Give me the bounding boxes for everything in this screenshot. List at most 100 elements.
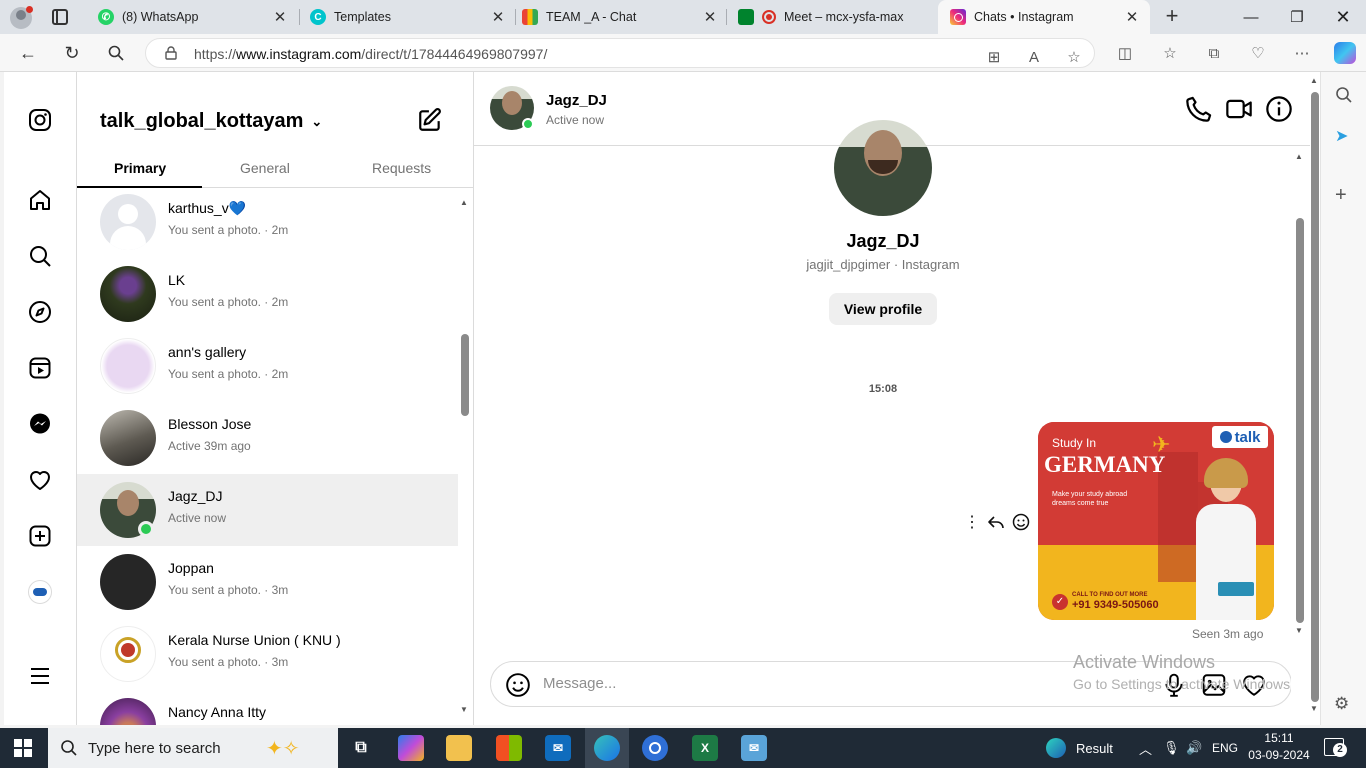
microphone-icon[interactable]: 🎙 [1163,728,1180,768]
instagram-logo-icon[interactable] [26,106,54,134]
notification-center-icon[interactable]: 2 [1324,738,1347,757]
conversation-item[interactable]: LK You sent a photo. · 2m [77,258,458,330]
chrome-like-app-icon[interactable] [642,735,668,761]
more-options-icon[interactable]: ⋮ [962,512,982,532]
page-scrollbar[interactable]: ▲ ▼ [1310,72,1320,725]
messenger-icon[interactable] [26,410,54,438]
close-icon[interactable]: ✕ [1124,8,1140,26]
profile-picture[interactable] [834,120,932,216]
conversation-item[interactable]: ann's gallery You sent a photo. · 2m [77,330,458,402]
favorites-icon[interactable]: ☆ [1160,43,1180,63]
tab-templates[interactable]: C Templates ✕ [298,0,516,34]
weather-widget[interactable]: Result [1046,728,1113,768]
back-button[interactable]: ← [14,39,42,67]
react-emoji-icon[interactable] [1011,512,1031,532]
account-switcher[interactable]: talk_global_kottayam ⌄ [100,110,322,133]
profile-avatar-icon[interactable] [26,578,54,606]
reels-icon[interactable] [26,354,54,382]
list-scroll-down-arrow[interactable]: ▼ [460,705,468,714]
video-call-icon[interactable] [1225,95,1253,123]
chat-scrollbar[interactable]: ▲ ▼ [1291,146,1310,725]
collections-icon[interactable]: ⧉ [1204,43,1224,63]
search-icon[interactable] [102,39,130,67]
reply-icon[interactable] [986,512,1006,532]
emoji-icon[interactable] [505,672,531,698]
conversation-name: Blesson Jose [168,416,252,432]
copilot-icon[interactable] [1334,42,1356,64]
scroll-up-arrow[interactable]: ▲ [1295,152,1303,161]
conversation-item-selected[interactable]: Jagz_DJ Active now [77,474,458,546]
read-aloud-icon[interactable]: A [1024,47,1044,67]
chevron-up-icon[interactable]: ︿ [1139,728,1152,768]
scroll-down-arrow[interactable]: ▼ [1295,626,1303,635]
tab-requests[interactable]: Requests [372,160,431,176]
conversation-item[interactable]: Kerala Nurse Union ( KNU ) You sent a ph… [77,618,458,690]
tab-whatsapp[interactable]: ✆ (8) WhatsApp ✕ [86,0,298,34]
app-available-icon[interactable]: ⊞ [984,47,1004,67]
phone-icon[interactable] [1185,95,1213,123]
scrollbar-thumb[interactable] [1311,92,1319,702]
url-field[interactable]: https://www.instagram.com/direct/t/17844… [145,38,1095,68]
file-explorer-icon[interactable] [446,735,472,761]
excel-icon[interactable]: X [692,735,718,761]
reload-button[interactable]: ↻ [58,39,86,67]
new-message-icon[interactable] [417,107,443,133]
airplane-icon: ✈ [1152,432,1171,457]
store-icon[interactable] [496,735,522,761]
mail-icon[interactable]: ✉ [545,735,571,761]
browser-essentials-icon[interactable]: ♡ [1248,43,1268,63]
list-scrollbar-thumb[interactable] [461,334,469,416]
search-icon[interactable] [26,242,54,270]
close-icon[interactable]: ✕ [490,8,506,26]
create-icon[interactable] [26,522,54,550]
mail-app-icon[interactable]: ✉ [741,735,767,761]
taskbar-search[interactable]: Type here to search ✦✧ [48,728,338,768]
online-indicator [522,118,534,130]
conversation-item[interactable]: karthus_v💙 You sent a photo. · 2m [77,189,458,258]
copilot-app-icon[interactable] [398,735,424,761]
tab-team-chat[interactable]: TEAM _A - Chat ✕ [510,0,728,34]
favorite-star-icon[interactable]: ☆ [1064,47,1084,67]
settings-gear-icon[interactable]: ⚙ [1334,694,1349,714]
scrollbar-thumb[interactable] [1296,218,1304,623]
scroll-up-arrow[interactable]: ▲ [1310,76,1318,85]
close-window-button[interactable]: ✕ [1320,0,1366,34]
restore-button[interactable]: ❐ [1274,0,1320,34]
chat-user-name[interactable]: Jagz_DJ [546,92,607,109]
task-view-icon[interactable]: ⧉ [348,735,374,761]
new-tab-button[interactable]: + [1160,5,1184,29]
tab-actions-icon[interactable] [52,9,68,25]
scroll-down-arrow[interactable]: ▼ [1310,704,1318,713]
edge-browser-icon[interactable] [594,735,620,761]
menu-icon[interactable] [26,662,54,690]
volume-icon[interactable]: 🔊 [1186,728,1202,768]
explore-icon[interactable] [26,298,54,326]
message-input[interactable]: Message... [543,675,616,692]
info-icon[interactable] [1265,95,1293,123]
close-icon[interactable]: ✕ [272,8,288,26]
close-icon[interactable]: ✕ [702,8,718,26]
heart-icon[interactable] [26,466,54,494]
split-screen-icon[interactable]: ◫ [1115,43,1135,63]
telegram-icon[interactable]: ➤ [1335,126,1348,146]
search-icon[interactable] [1335,86,1353,107]
tab-instagram[interactable]: Chats • Instagram ✕ [938,0,1150,34]
conversation-item[interactable]: Nancy Anna Itty [77,690,458,725]
tab-meet[interactable]: Meet – mcx-ysfa-max [726,0,938,34]
conversation-item[interactable]: Joppan You sent a photo. · 3m [77,546,458,618]
start-button[interactable] [14,739,32,757]
tab-general[interactable]: General [240,160,290,176]
language-indicator[interactable]: ENG [1212,728,1238,768]
more-menu-icon[interactable]: ⋯ [1292,43,1312,63]
lock-icon[interactable] [164,46,178,60]
profile-avatar[interactable] [10,6,33,29]
sent-photo-message[interactable]: Study In GERMANY Make your study abroad … [1038,422,1274,620]
minimize-button[interactable]: — [1228,0,1274,34]
tab-primary[interactable]: Primary [114,160,166,176]
conversation-item[interactable]: Blesson Jose Active 39m ago [77,402,458,474]
view-profile-button[interactable]: View profile [829,293,937,325]
clock[interactable]: 15:11 03-09-2024 [1248,731,1310,762]
add-icon[interactable]: + [1335,184,1347,207]
list-scroll-up-arrow[interactable]: ▲ [460,198,468,207]
home-icon[interactable] [26,186,54,214]
